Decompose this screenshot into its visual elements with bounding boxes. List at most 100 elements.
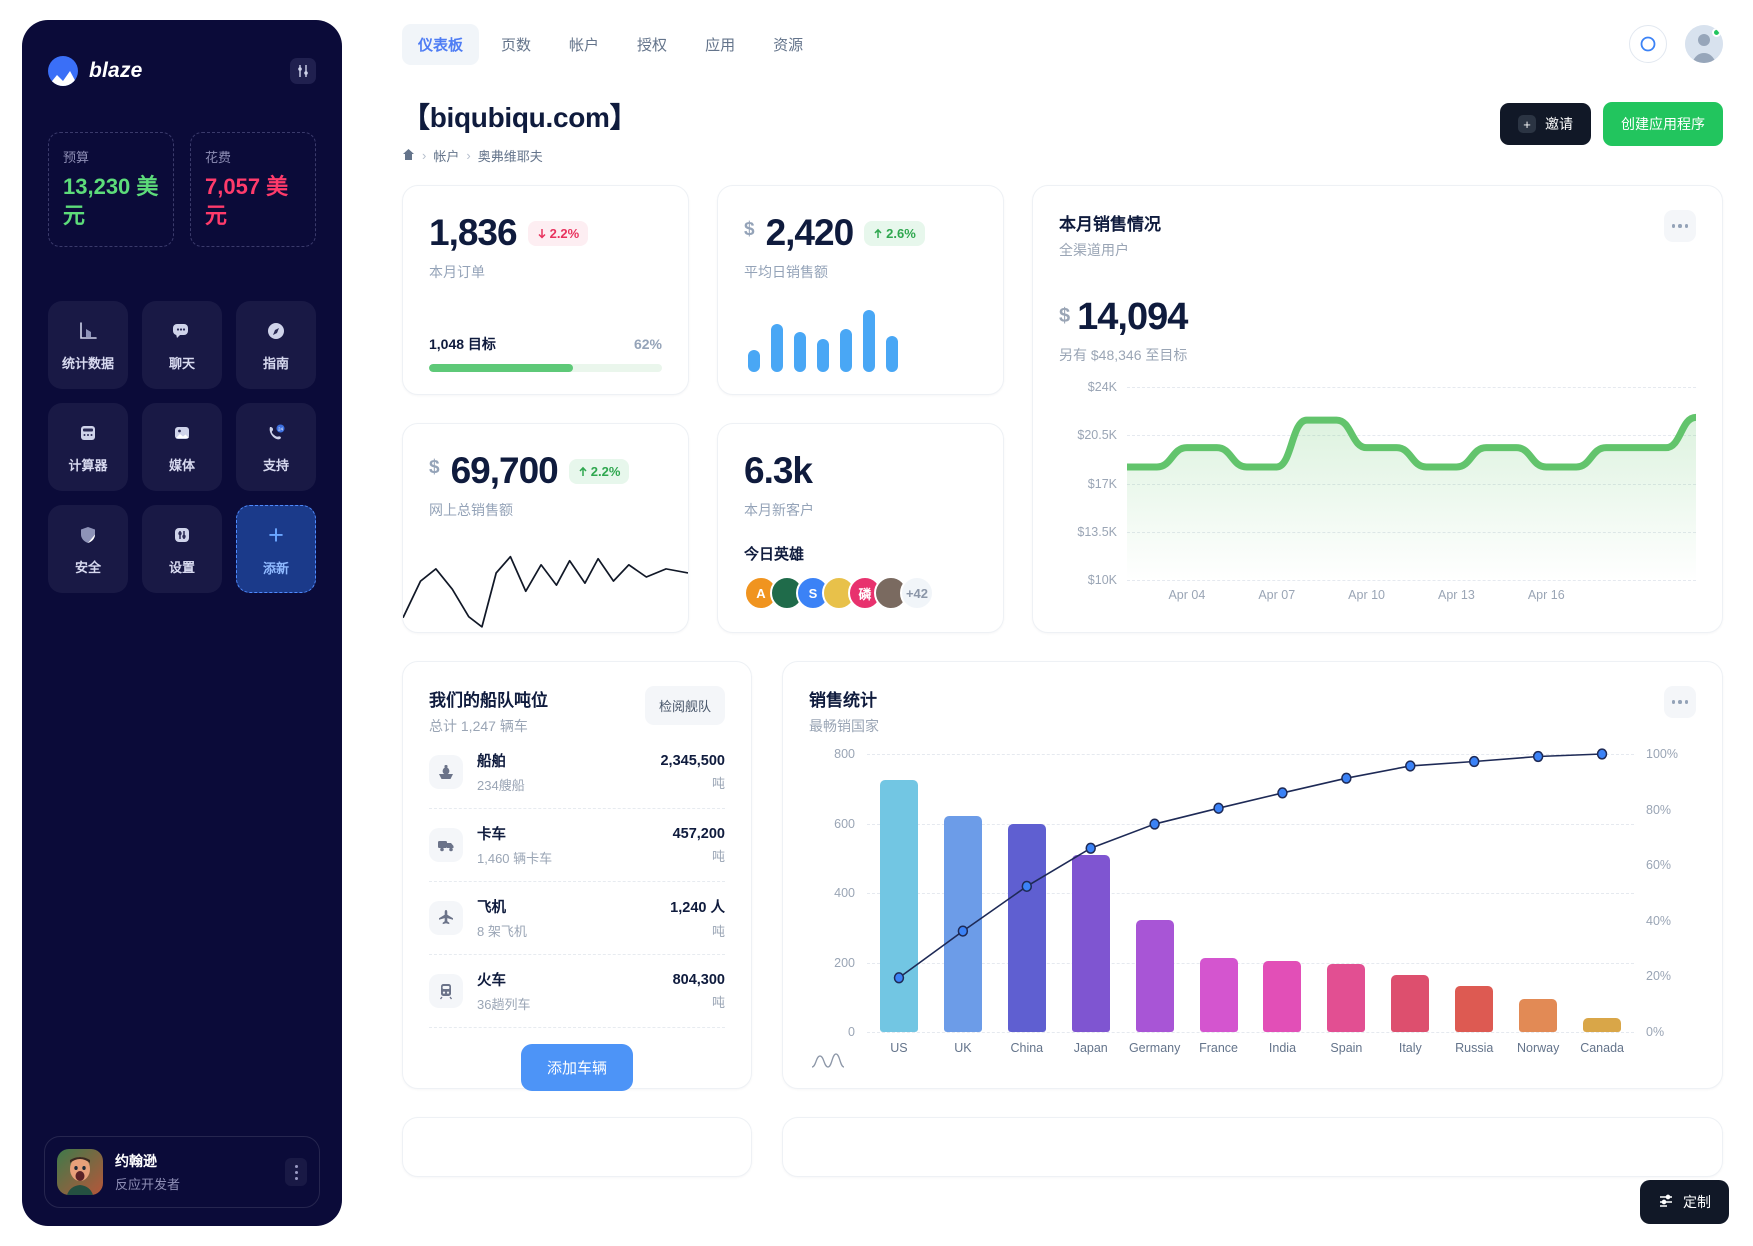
cumulative-percent-line [867,754,1634,1032]
gridline [1127,580,1696,581]
mini-bar [886,336,898,372]
kpi-orders-goal-row: 1,048 目标 62% [429,334,662,354]
kpi-avg-delta-value: 2.6% [886,225,916,241]
plane-icon [429,901,463,935]
sidebar-tile-media[interactable]: 媒体 [142,403,222,492]
sidebar-profile[interactable]: 约翰逊 反应开发者 [44,1136,320,1208]
kpi-orders-goal-pct: 62% [633,336,662,352]
sidebar-tiles: 统计数据 聊天 指南 计算器 媒体 24 支持 安全 设置 + 添新 [44,301,320,594]
fleet-row-value: 2,345,500 [660,752,725,769]
review-fleet-button[interactable]: 检阅舰队 [644,686,725,725]
y-axis-tick-right: 40% [1646,913,1672,928]
table-row[interactable]: 卡车 1,460 辆卡车 457,200 吨 [429,809,725,882]
shield-icon [75,522,101,548]
kpi-online-currency: $ [429,457,440,478]
avatar-overflow-count[interactable]: +42 [900,576,934,610]
sales-statistics-card: 销售统计 最畅销国家 800 600 400 200 0 100% 80% 60% 40% 20%… [782,661,1723,1089]
create-app-button[interactable]: 创建应用程序 [1603,102,1723,146]
circle-search-icon[interactable] [1629,25,1667,63]
fleet-row-count: 1,460 辆卡车 [477,851,553,866]
brand-row: blaze [48,56,316,86]
brand[interactable]: blaze [48,56,143,86]
tab-pages[interactable]: 页数 [485,24,547,65]
monthly-sales-card: 本月销售情况 全渠道用户 $ 14,094 另有 $48,346 至目标 $24… [1032,185,1723,633]
spend-value: 7,057 美元 [205,174,289,228]
monthly-sales-head: 本月销售情况 全渠道用户 [1059,210,1696,260]
avg-sales-mini-bars [744,310,977,372]
y-axis-tick-left: 800 [834,747,855,761]
kpi-card-orders: 1,836 2.2% 本月订单 1,048 目标 62% [402,185,689,395]
arrow-up-icon [579,466,587,476]
monthly-sales-title: 本月销售情况 [1059,215,1161,234]
svg-text:24: 24 [278,427,284,432]
invite-button[interactable]: + 邀请 [1500,103,1591,145]
header-actions: + 邀请 创建应用程序 [1500,96,1723,146]
sidebar-tile-stats[interactable]: 统计数据 [48,301,128,390]
home-icon[interactable] [402,148,415,164]
kpi-column-mid: $ 2,420 2.6% 平均日销售额 6.3k 本月新客户 今日英雄 A S … [717,185,1004,633]
breadcrumb-item-current[interactable]: 奥弗维耶夫 [478,146,543,165]
sidebar-tile-calculator[interactable]: 计算器 [48,403,128,492]
pareto-plot-area: 800 600 400 200 0 100% 80% 60% 40% 20% 0% US UK China… [834,747,1678,1055]
sidebar-tile-chat[interactable]: 聊天 [142,301,222,390]
customize-button[interactable]: 定制 [1640,1180,1729,1224]
stats-titles: 销售统计 最畅销国家 [809,686,879,736]
invite-button-label: 邀请 [1545,116,1573,132]
monthly-sales-value-row: $ 14,094 [1059,296,1696,339]
kebab-menu-icon[interactable] [1664,210,1696,242]
sidebar-tile-security[interactable]: 安全 [48,505,128,594]
customize-label: 定制 [1683,1194,1711,1210]
sidebar-tile-support[interactable]: 24 支持 [236,403,316,492]
breadcrumb-item-account[interactable]: 帐户 [433,146,459,165]
tab-resources[interactable]: 资源 [757,24,819,65]
profile-text: 约翰逊 反应开发者 [115,1151,180,1193]
monthly-sales-subtitle: 全渠道用户 [1059,242,1129,258]
fleet-head: 我们的船队吨位 总计 1,247 辆车 检阅舰队 [429,686,725,736]
truck-icon [429,828,463,862]
fleet-row-values: 1,240 人 吨 [670,896,725,940]
fleet-row-name: 船舶 [477,754,506,770]
fleet-titles: 我们的船队吨位 总计 1,247 辆车 [429,686,548,736]
kebab-menu-icon[interactable] [285,1158,307,1186]
x-axis-tick: Apr 04 [1168,588,1206,602]
y-axis-tick-left: 600 [834,816,855,831]
kebab-menu-icon[interactable] [1664,686,1696,718]
x-axis-tick: Germany [1128,1041,1181,1055]
fleet-row-unit: 吨 [711,848,725,864]
x-axis-tick: UK [954,1041,972,1055]
kpi-value-row: 6.3k [744,450,977,492]
x-axis-tick: Russia [1455,1041,1494,1055]
below-fold-cards [402,1117,1723,1177]
x-axis-tick: Apr 07 [1258,588,1296,602]
table-row[interactable]: 飞机 8 架飞机 1,240 人 吨 [429,882,725,955]
blaze-logo-icon [48,56,78,86]
sidebar-tile-guide[interactable]: 指南 [236,301,316,390]
arrow-down-icon [538,228,546,239]
table-row[interactable]: 船舶 234艘船 2,345,500 吨 [429,736,725,809]
tab-auth[interactable]: 授权 [621,24,683,65]
y-axis-tick: $24K [1087,380,1117,394]
add-vehicle-button[interactable]: 添加车辆 [520,1044,633,1091]
table-row[interactable]: 火车 36趟列车 804,300 吨 [429,955,725,1028]
tab-dashboard[interactable]: 仪表板 [402,23,480,65]
sidebar-tile-add[interactable]: + 添新 [236,505,316,594]
user-avatar-icon[interactable] [1685,25,1723,63]
sliders-icon[interactable] [290,58,316,84]
compass-icon [263,318,289,344]
tab-accounts[interactable]: 帐户 [553,24,615,65]
kpi-avg-delta: 2.6% [864,220,925,246]
sidebar-tile-settings[interactable]: 设置 [142,505,222,594]
fleet-row-count: 36趟列车 [477,997,531,1012]
fleet-tonnage-card: 我们的船队吨位 总计 1,247 辆车 检阅舰队 船舶 234艘船 2,345,… [402,661,752,1091]
wave-chart-icon[interactable] [811,1051,845,1074]
stub-card-right [782,1117,1723,1177]
y-axis-tick: $10K [1087,573,1117,587]
kpi-card-new-customers: 6.3k 本月新客户 今日英雄 A S 磷 +42 [717,423,1004,633]
stats-head: 销售统计 最畅销国家 [809,686,1696,736]
mini-bar [817,339,829,372]
kpi-card-avg-sales: $ 2,420 2.6% 平均日销售额 [717,185,1004,395]
kpi-online-subtitle: 网上总销售额 [429,502,513,518]
tab-apps[interactable]: 应用 [689,24,751,65]
gridline [867,1032,1634,1033]
